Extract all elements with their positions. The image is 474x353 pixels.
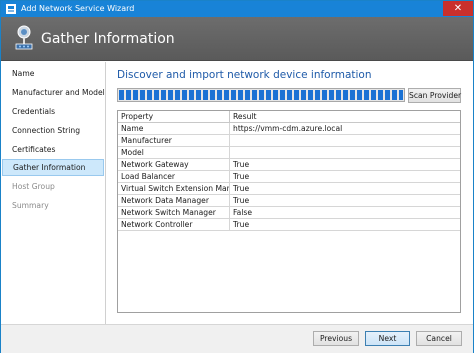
property-cell: Manufacturer — [118, 135, 230, 147]
result-cell: True — [233, 184, 250, 193]
cancel-button[interactable]: Cancel — [416, 331, 462, 346]
title-bar: Add Network Service Wizard ✕ — [1, 1, 473, 17]
page-title: Gather Information — [41, 31, 175, 47]
property-cell: Load Balancer — [118, 171, 230, 183]
progress-bar — [117, 88, 405, 102]
wizard-footer: Previous Next Cancel — [1, 324, 473, 353]
page-banner: Gather Information — [1, 17, 473, 61]
property-cell: Network Data Manager — [118, 195, 230, 207]
result-cell: https://vmm-cdm.azure.local — [233, 124, 343, 133]
table-row[interactable]: Network Switch Manager False — [118, 207, 460, 219]
progress-fill — [119, 90, 403, 100]
property-cell: Network Controller — [118, 219, 230, 231]
sidebar-item-manufacturer-and-model[interactable]: Manufacturer and Model — [2, 84, 105, 101]
result-cell — [230, 147, 460, 159]
scan-provider-button[interactable]: Scan Provider — [408, 88, 461, 103]
column-header-result[interactable]: Result — [230, 111, 460, 123]
table-row[interactable]: Load Balancer True — [118, 171, 460, 183]
table-row[interactable]: Network Controller True — [118, 219, 460, 231]
properties-table: Property Result Name https://vmm-cdm.azu… — [117, 110, 461, 313]
close-icon: ✕ — [453, 3, 463, 14]
table-row[interactable]: Manufacturer — [118, 135, 460, 147]
property-cell: Model — [118, 147, 230, 159]
result-cell: True — [233, 220, 250, 229]
property-cell: Virtual Switch Extension Manager — [118, 183, 230, 195]
property-cell: Network Gateway — [118, 159, 230, 171]
table-row[interactable]: Name https://vmm-cdm.azure.local — [118, 123, 460, 135]
table-row[interactable]: Network Gateway True — [118, 159, 460, 171]
window-title: Add Network Service Wizard — [21, 4, 135, 13]
previous-button[interactable]: Previous — [313, 331, 359, 346]
sidebar-item-connection-string[interactable]: Connection String — [2, 122, 104, 139]
result-cell — [230, 135, 460, 147]
result-cell: True — [233, 196, 250, 205]
table-row[interactable]: Virtual Switch Extension Manager True — [118, 183, 460, 195]
table-row[interactable]: Model — [118, 147, 460, 159]
sidebar-item-summary: Summary — [12, 201, 49, 210]
sidebar-item-certificates[interactable]: Certificates — [2, 141, 104, 158]
app-icon — [6, 4, 16, 14]
result-cell: False — [233, 208, 253, 217]
wizard-window: Add Network Service Wizard ✕ Gather Info… — [0, 0, 474, 353]
result-cell: True — [233, 172, 250, 181]
sidebar-item-name[interactable]: Name — [2, 65, 104, 82]
network-service-icon — [15, 25, 33, 50]
next-button[interactable]: Next — [365, 331, 410, 346]
close-button[interactable]: ✕ — [443, 1, 473, 16]
column-header-property[interactable]: Property — [118, 111, 230, 123]
table-header: Property Result — [118, 111, 460, 123]
wizard-steps-sidebar: Name Manufacturer and Model Credentials … — [1, 62, 106, 324]
section-heading: Discover and import network device infor… — [117, 69, 372, 81]
property-cell: Network Switch Manager — [118, 207, 230, 219]
table-row[interactable]: Network Data Manager True — [118, 195, 460, 207]
sidebar-item-credentials[interactable]: Credentials — [2, 103, 104, 120]
sidebar-item-host-group: Host Group — [12, 182, 55, 191]
sidebar-item-gather-information[interactable]: Gather Information — [2, 159, 104, 176]
main-content: Discover and import network device infor… — [107, 62, 473, 324]
property-cell: Name — [118, 123, 230, 135]
result-cell: True — [233, 160, 250, 169]
